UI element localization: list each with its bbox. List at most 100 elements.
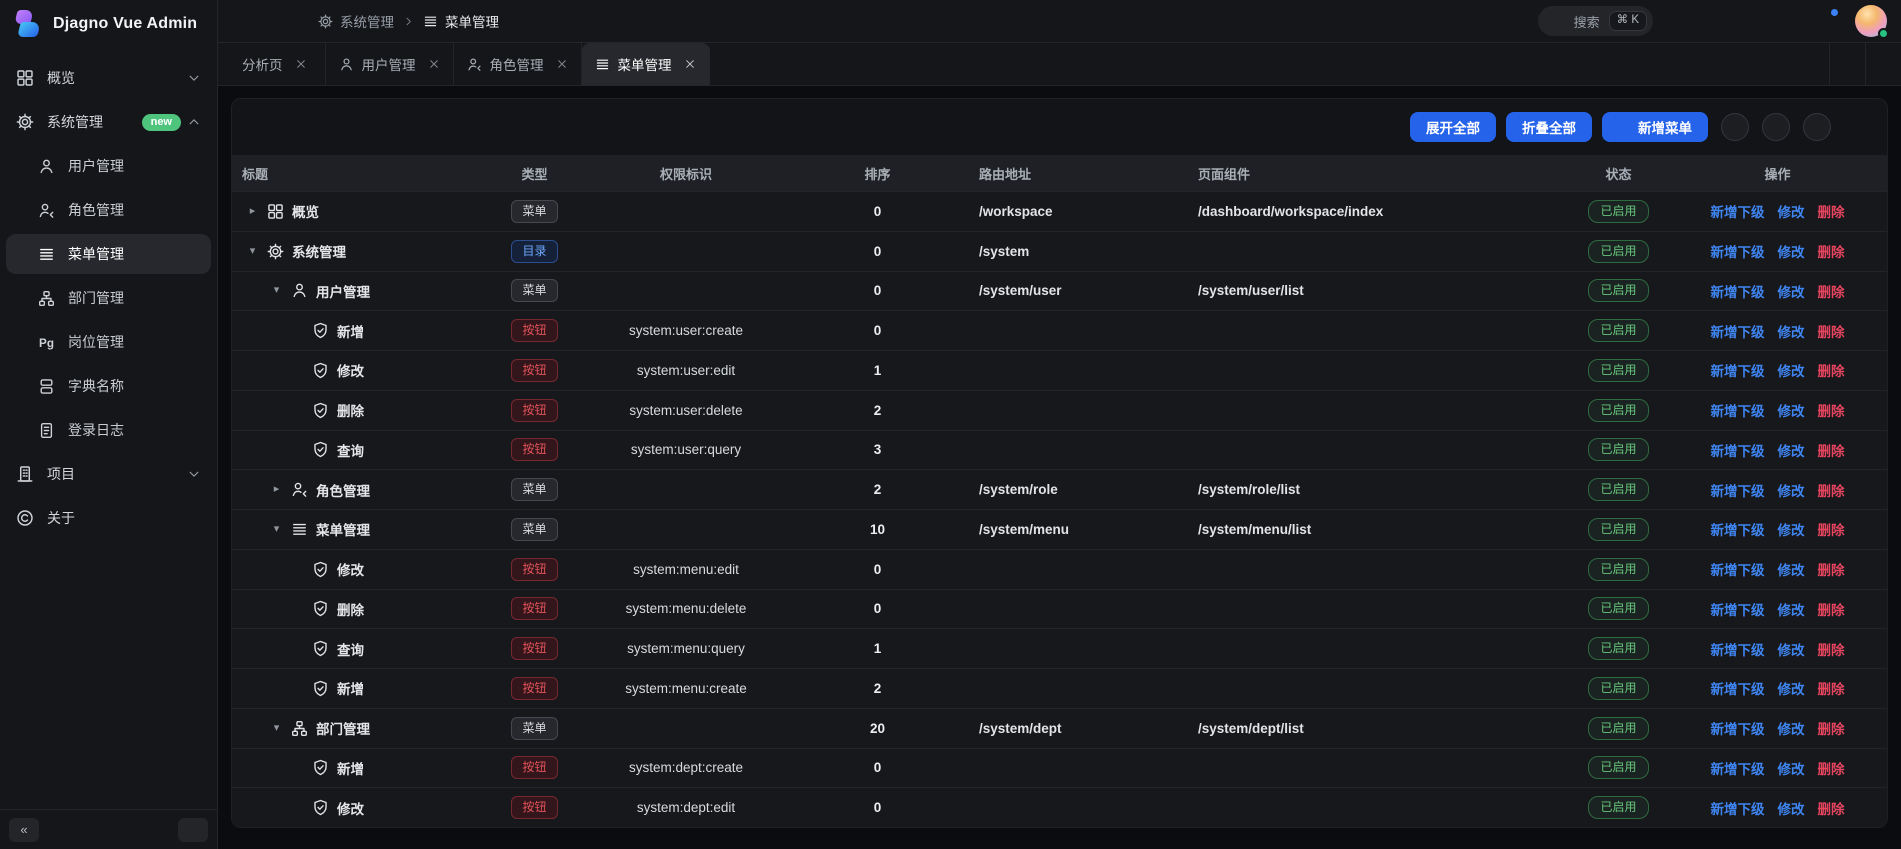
edit-link[interactable]: 修改 <box>1778 241 1805 261</box>
add-child-link[interactable]: 新增下级 <box>1711 440 1765 460</box>
delete-link[interactable]: 删除 <box>1818 321 1845 341</box>
add-child-link[interactable]: 新增下级 <box>1711 798 1765 818</box>
sidebar-item-overview[interactable]: 概览 <box>6 58 211 98</box>
status-badge: 已启用 <box>1588 240 1648 263</box>
settings-button[interactable] <box>1667 5 1699 37</box>
edit-link[interactable]: 修改 <box>1778 718 1805 738</box>
column-settings-button[interactable] <box>1803 113 1831 141</box>
order-value: 0 <box>874 283 882 298</box>
expand-all-button[interactable]: 展开全部 <box>1410 112 1496 142</box>
breadcrumb-item-menu-mgmt[interactable]: 菜单管理 <box>423 11 499 31</box>
add-child-link[interactable]: 新增下级 <box>1711 241 1765 261</box>
breadcrumb-item-system[interactable]: 系统管理 <box>318 11 394 31</box>
status-badge: 已启用 <box>1588 438 1648 461</box>
sidebar-item-project[interactable]: 项目 <box>6 454 211 494</box>
edit-link[interactable]: 修改 <box>1778 678 1805 698</box>
delete-link[interactable]: 删除 <box>1818 400 1845 420</box>
tab-close-icon[interactable] <box>295 58 307 70</box>
sidebar-item-login-log[interactable]: 登录日志 <box>6 410 211 450</box>
add-child-link[interactable]: 新增下级 <box>1711 718 1765 738</box>
caret-down-icon[interactable]: ▾ <box>270 524 283 535</box>
sidebar-item-user-mgmt[interactable]: 用户管理 <box>6 146 211 186</box>
delete-link[interactable]: 删除 <box>1818 678 1845 698</box>
tab-close-icon[interactable] <box>684 58 696 70</box>
sidebar-item-label: 系统管理 <box>47 112 103 132</box>
delete-link[interactable]: 删除 <box>1818 639 1845 659</box>
caret-right-icon[interactable]: ▸ <box>246 206 259 217</box>
tab-list-dropdown-button[interactable] <box>1829 43 1865 85</box>
delete-link[interactable]: 删除 <box>1818 519 1845 539</box>
edit-link[interactable]: 修改 <box>1778 440 1805 460</box>
edit-link[interactable]: 修改 <box>1778 758 1805 778</box>
add-menu-button[interactable]: 新增菜单 <box>1602 112 1708 142</box>
delete-link[interactable]: 删除 <box>1818 201 1845 221</box>
add-child-link[interactable]: 新增下级 <box>1711 758 1765 778</box>
tab-user-mgmt[interactable]: 用户管理 <box>326 43 454 85</box>
notifications-button[interactable] <box>1811 5 1843 37</box>
edit-link[interactable]: 修改 <box>1778 281 1805 301</box>
delete-link[interactable]: 删除 <box>1818 559 1845 579</box>
edit-link[interactable]: 修改 <box>1778 599 1805 619</box>
add-child-link[interactable]: 新增下级 <box>1711 360 1765 380</box>
add-child-link[interactable]: 新增下级 <box>1711 480 1765 500</box>
edit-link[interactable]: 修改 <box>1778 201 1805 221</box>
content-maximize-button[interactable] <box>1865 43 1901 85</box>
delete-link[interactable]: 删除 <box>1818 758 1845 778</box>
delete-link[interactable]: 删除 <box>1818 599 1845 619</box>
add-child-link[interactable]: 新增下级 <box>1711 281 1765 301</box>
sidebar-item-role-mgmt[interactable]: 角色管理 <box>6 190 211 230</box>
delete-link[interactable]: 删除 <box>1818 440 1845 460</box>
sidebar-item-post-mgmt[interactable]: Pg岗位管理 <box>6 322 211 362</box>
edit-link[interactable]: 修改 <box>1778 559 1805 579</box>
add-child-link[interactable]: 新增下级 <box>1711 678 1765 698</box>
edit-link[interactable]: 修改 <box>1778 480 1805 500</box>
caret-down-icon[interactable]: ▾ <box>270 723 283 734</box>
edit-link[interactable]: 修改 <box>1778 798 1805 818</box>
pin-sidebar-button[interactable] <box>178 818 208 842</box>
table-fullscreen-button[interactable] <box>1762 113 1790 141</box>
tab-analysis[interactable]: 分析页 <box>218 43 326 85</box>
sidebar-toggle-button[interactable] <box>234 8 260 34</box>
user-avatar[interactable] <box>1855 5 1887 37</box>
add-child-link[interactable]: 新增下级 <box>1711 559 1765 579</box>
caret-down-icon[interactable]: ▾ <box>270 285 283 296</box>
tab-menu-mgmt[interactable]: 菜单管理 <box>582 43 710 85</box>
delete-link[interactable]: 删除 <box>1818 798 1845 818</box>
tab-role-mgmt[interactable]: 角色管理 <box>454 43 582 85</box>
add-child-link[interactable]: 新增下级 <box>1711 321 1765 341</box>
sidebar-item-dict-name[interactable]: 字典名称 <box>6 366 211 406</box>
refresh-page-button[interactable] <box>274 8 300 34</box>
tab-close-icon[interactable] <box>556 58 568 70</box>
caret-right-icon[interactable]: ▸ <box>270 484 283 495</box>
cell-status: 已启用 <box>1569 637 1668 660</box>
add-child-link[interactable]: 新增下级 <box>1711 599 1765 619</box>
tab-close-icon[interactable] <box>428 58 440 70</box>
delete-link[interactable]: 删除 <box>1818 360 1845 380</box>
add-child-link[interactable]: 新增下级 <box>1711 201 1765 221</box>
add-child-link[interactable]: 新增下级 <box>1711 639 1765 659</box>
delete-link[interactable]: 删除 <box>1818 718 1845 738</box>
collapse-sidebar-button[interactable]: « <box>9 818 39 842</box>
edit-link[interactable]: 修改 <box>1778 519 1805 539</box>
cell-component: /system/user/list <box>1188 283 1569 298</box>
edit-link[interactable]: 修改 <box>1778 639 1805 659</box>
edit-link[interactable]: 修改 <box>1778 400 1805 420</box>
search-input[interactable]: 搜索 ⌘ K <box>1538 6 1653 36</box>
caret-down-icon[interactable]: ▾ <box>246 246 259 257</box>
edit-link[interactable]: 修改 <box>1778 321 1805 341</box>
sidebar-item-about[interactable]: 关于 <box>6 498 211 538</box>
fullscreen-button[interactable] <box>1775 5 1807 37</box>
delete-link[interactable]: 删除 <box>1818 281 1845 301</box>
delete-link[interactable]: 删除 <box>1818 480 1845 500</box>
theme-toggle-button[interactable] <box>1703 5 1735 37</box>
sidebar-item-dept-mgmt[interactable]: 部门管理 <box>6 278 211 318</box>
language-button[interactable] <box>1739 5 1771 37</box>
sidebar-item-menu-mgmt[interactable]: 菜单管理 <box>6 234 211 274</box>
delete-link[interactable]: 删除 <box>1818 241 1845 261</box>
collapse-all-button[interactable]: 折叠全部 <box>1506 112 1592 142</box>
edit-link[interactable]: 修改 <box>1778 360 1805 380</box>
refresh-table-button[interactable] <box>1721 113 1749 141</box>
add-child-link[interactable]: 新增下级 <box>1711 400 1765 420</box>
sidebar-item-system[interactable]: 系统管理new <box>6 102 211 142</box>
add-child-link[interactable]: 新增下级 <box>1711 519 1765 539</box>
